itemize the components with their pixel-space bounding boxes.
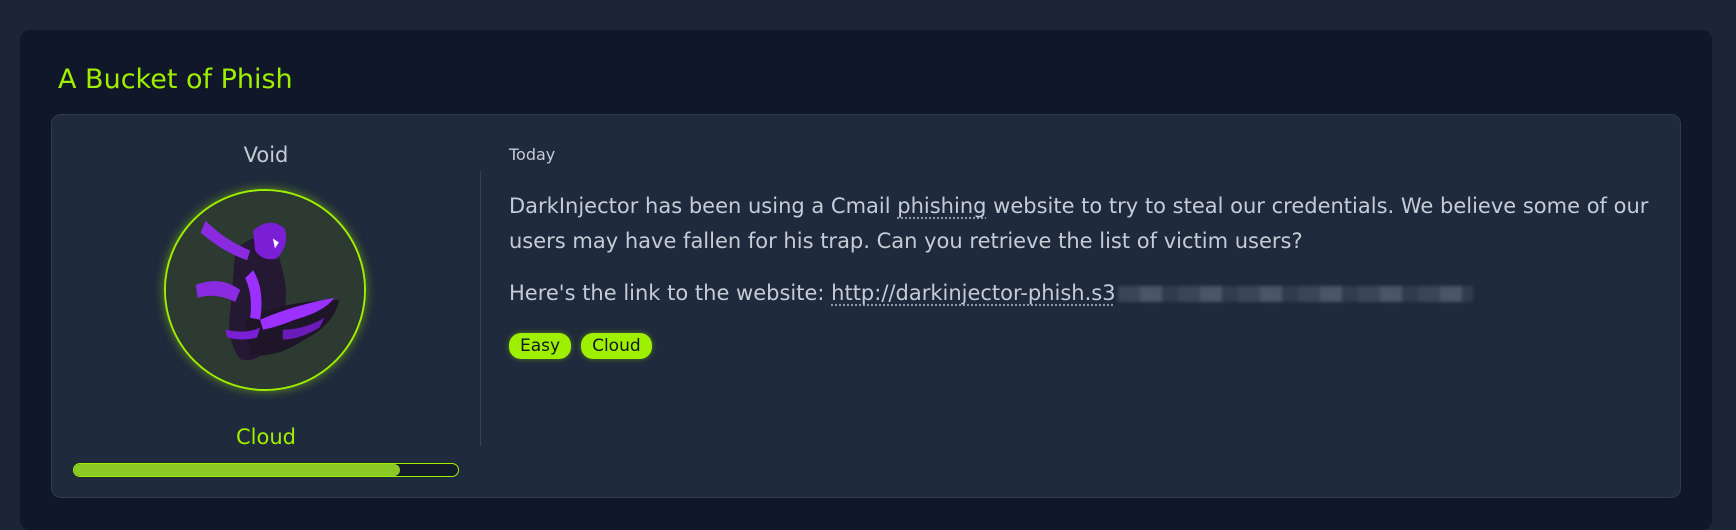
challenge-description: DarkInjector has been using a Cmail phis… [509,189,1649,259]
tag-easy[interactable]: Easy [509,333,571,359]
link-label: Here's the link to the website: [509,281,831,305]
website-link-line: Here's the link to the website: http://d… [509,281,1473,305]
vertical-divider [480,171,481,446]
purple-figure-avatar-icon [166,191,364,389]
progress-fill [74,464,400,476]
author-name[interactable]: Void [52,143,480,167]
challenge-card: Void Cloud Today DarkInjector has been u… [51,114,1681,498]
redacted-url-part [1118,286,1473,302]
author-avatar[interactable] [164,189,366,391]
category-progress-bar [73,463,459,477]
tag-list: Easy Cloud [509,333,652,359]
category-label: Cloud [52,425,480,449]
post-date: Today [509,145,555,164]
challenge-title: A Bucket of Phish [58,64,293,95]
description-text-start: DarkInjector has been using a Cmail [509,194,897,218]
website-link[interactable]: http://darkinjector-phish.s3 [831,281,1115,305]
challenge-panel: A Bucket of Phish Void Cloud Today DarkI… [20,30,1712,530]
phishing-abbr[interactable]: phishing [897,194,986,218]
tag-cloud[interactable]: Cloud [581,333,652,359]
